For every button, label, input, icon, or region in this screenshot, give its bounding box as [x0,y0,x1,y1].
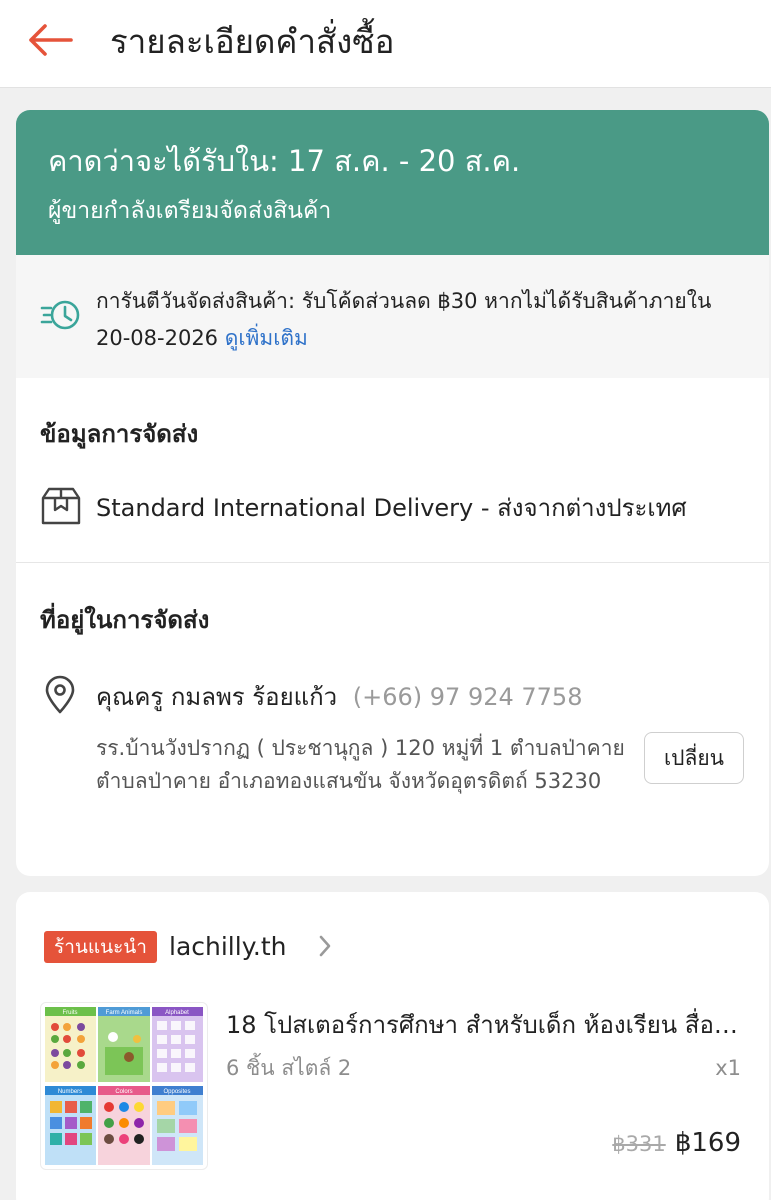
guarantee-message: การันตีวันจัดส่งสินค้า: รับโค้ดส่วนลด ฿3… [96,289,712,350]
shop-badge: ร้านแนะนำ [44,931,157,963]
delivery-guarantee[interactable]: การันตีวันจัดส่งสินค้า: รับโค้ดส่วนลด ฿3… [16,255,769,378]
poster-title: Opposites [163,1089,190,1095]
product-variant: 6 ชิ้น สไตล์ 2 [226,1056,352,1080]
poster-title: Farm Animals [106,1010,143,1016]
order-status-text: ผู้ขายกำลังเตรียมจัดส่งสินค้า [48,198,332,224]
poster-collage-image: Fruits Farm Animals Alphabet Numbers Col… [45,1007,203,1165]
chevron-right-icon[interactable] [318,934,332,958]
shipping-address-heading: ที่อยู่ในการจัดส่ง [40,606,210,634]
order-status-banner: คาดว่าจะได้รับใน: 17 ส.ค. - 20 ส.ค. ผู้ข… [16,110,769,255]
arrow-left-icon [29,24,73,56]
location-pin-icon [45,675,75,714]
change-address-button[interactable]: เปลี่ยน [644,732,744,784]
product-quantity: x1 [715,1056,741,1080]
poster-title: Fruits [63,1010,78,1016]
guarantee-text: การันตีวันจัดส่งสินค้า: รับโค้ดส่วนลด ฿3… [96,283,736,357]
shipping-info-heading: ข้อมูลการจัดส่ง [40,420,199,448]
product-card: ร้านแนะนำ lachilly.th Fruits Farm Animal… [16,892,769,1200]
poster-title: Numbers [58,1089,82,1095]
section-divider [16,562,769,563]
top-bar: รายละเอียดคำสั่งซื้อ [0,0,771,88]
order-info-card: คาดว่าจะได้รับใน: 17 ส.ค. - 20 ส.ค. ผู้ข… [16,110,769,876]
back-button[interactable] [22,14,78,66]
package-icon [41,487,81,525]
recipient-name: คุณครู กมลพร ร้อยแก้ว [96,683,338,711]
original-price: ฿331 [612,1132,666,1156]
expected-delivery-text: คาดว่าจะได้รับใน: 17 ส.ค. - 20 ส.ค. [48,144,521,178]
price-row: ฿331 ฿169 [612,1128,741,1158]
fast-clock-icon [40,300,80,330]
current-price: ฿169 [674,1128,741,1158]
address-text: รร.บ้านวังปรากฏ ( ประชานุกูล ) 120 หมู่ท… [96,736,625,793]
page-title: รายละเอียดคำสั่งซื้อ [110,22,395,61]
poster-title: Alphabet [165,1010,189,1016]
poster-title: Colors [115,1089,132,1095]
product-name[interactable]: 18 โปสเตอร์การศึกษา สำหรับเด็ก ห้องเรียน… [226,1008,746,1042]
recipient-line: คุณครู กมลพร ร้อยแก้ว (+66) 97 924 7758 [96,680,582,714]
product-thumbnail[interactable]: Fruits Farm Animals Alphabet Numbers Col… [40,1002,208,1170]
see-more-link[interactable]: ดูเพิ่มเติม [225,326,308,350]
shop-name[interactable]: lachilly.th [169,929,287,965]
recipient-phone: (+66) 97 924 7758 [352,683,583,711]
shipping-method: Standard International Delivery - ส่งจาก… [96,494,687,522]
